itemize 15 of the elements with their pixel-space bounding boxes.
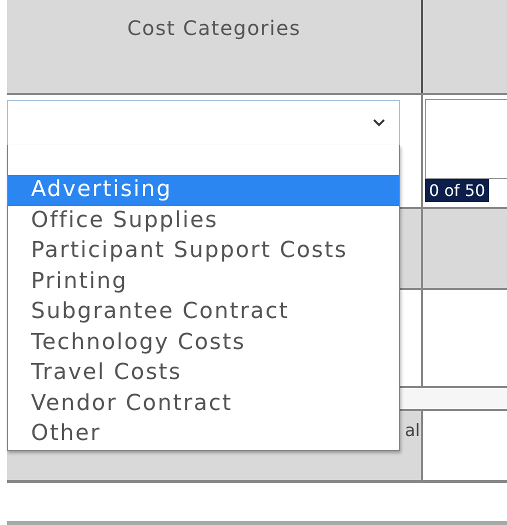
dropdown-option[interactable]: Technology Costs bbox=[8, 328, 399, 358]
input-field[interactable] bbox=[425, 99, 507, 179]
dropdown-option[interactable]: Office Supplies bbox=[8, 206, 399, 236]
dropdown-option[interactable]: Travel Costs bbox=[8, 358, 399, 388]
category-select[interactable] bbox=[7, 100, 400, 146]
character-counter: 0 of 50 bbox=[425, 179, 490, 202]
dropdown-option[interactable]: Printing bbox=[8, 266, 399, 297]
column-header: Cost Categories bbox=[127, 16, 301, 42]
dropdown-option[interactable]: Subgrantee Contract bbox=[8, 297, 399, 328]
dropdown-option[interactable]: Participant Support Costs bbox=[8, 236, 399, 266]
row-label: al bbox=[404, 421, 420, 441]
dropdown-option[interactable]: Advertising bbox=[8, 175, 399, 206]
chevron-down-icon bbox=[373, 119, 385, 127]
dropdown-option[interactable]: Vendor Contract bbox=[8, 388, 399, 419]
dropdown-option[interactable]: Other bbox=[8, 419, 399, 450]
